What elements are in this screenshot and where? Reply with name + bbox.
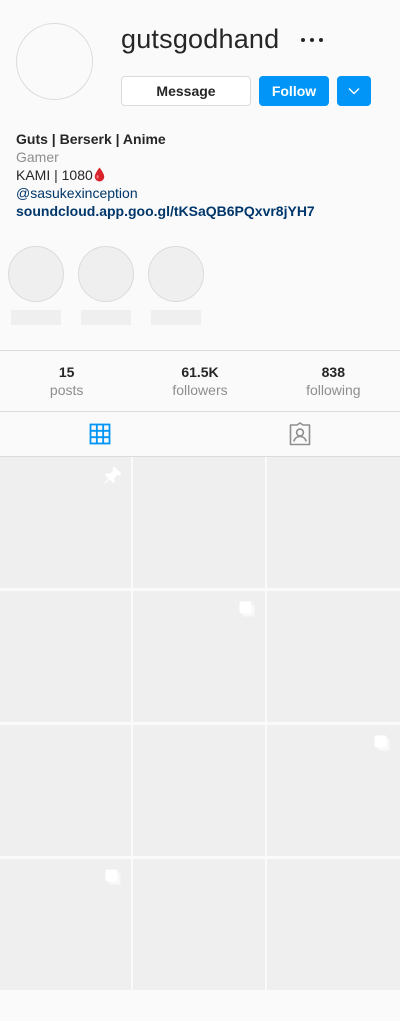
post-thumbnail[interactable]	[0, 859, 131, 990]
pin-icon	[103, 465, 123, 485]
highlight-cover	[8, 246, 64, 302]
post-thumbnail[interactable]	[267, 591, 400, 722]
post-thumbnail[interactable]	[0, 457, 131, 588]
post-thumbnail[interactable]	[267, 457, 400, 588]
post-thumbnail[interactable]	[133, 457, 265, 588]
highlight-label-placeholder	[81, 310, 131, 325]
bio: Guts | Berserk | Anime Gamer KAMI | 1080…	[16, 130, 315, 220]
carousel-icon	[237, 599, 257, 619]
following-count-value: 838	[321, 364, 345, 380]
highlight-item[interactable]	[8, 246, 64, 325]
post-thumbnail[interactable]	[267, 725, 400, 856]
profile-tabs	[0, 411, 400, 457]
post-thumbnail[interactable]	[267, 859, 400, 990]
tab-tagged[interactable]	[200, 412, 400, 456]
post-thumbnail[interactable]	[133, 859, 265, 990]
post-thumbnail[interactable]	[133, 591, 265, 722]
chevron-down-icon	[348, 88, 360, 95]
followers-count[interactable]: 61.5K followers	[133, 351, 266, 412]
profile-username: gutsgodhand	[121, 24, 280, 54]
post-thumbnail[interactable]	[0, 591, 131, 722]
posts-grid	[0, 457, 400, 990]
follow-button[interactable]: Follow	[259, 76, 329, 106]
highlight-item[interactable]	[148, 246, 204, 325]
more-options-icon[interactable]	[298, 30, 326, 50]
bio-website-link[interactable]: soundcloud.app.goo.gl/tKSaQB6PQxvr8jYH7	[16, 202, 315, 220]
followers-count-value: 61.5K	[181, 364, 219, 380]
highlight-cover	[148, 246, 204, 302]
profile-avatar[interactable]	[16, 23, 93, 100]
carousel-icon	[372, 733, 392, 753]
grid-icon	[89, 423, 111, 445]
posts-count: 15 posts	[0, 351, 133, 412]
message-button[interactable]: Message	[121, 76, 251, 106]
highlight-cover	[78, 246, 134, 302]
bottom-spacer	[0, 990, 400, 1021]
bio-line: KAMI | 1080	[16, 166, 315, 184]
bio-name: Guts | Berserk | Anime	[16, 131, 166, 147]
tagged-icon	[289, 422, 311, 446]
bio-category: Gamer	[16, 149, 59, 165]
followers-count-label: followers	[172, 382, 228, 398]
bio-line-text: KAMI | 1080	[16, 167, 93, 183]
following-count[interactable]: 838 following	[267, 351, 400, 412]
post-thumbnail[interactable]	[0, 725, 131, 856]
highlight-label-placeholder	[11, 310, 61, 325]
tab-posts-grid[interactable]	[0, 412, 200, 456]
posts-count-value: 15	[58, 364, 75, 380]
post-thumbnail[interactable]	[133, 725, 265, 856]
carousel-icon	[103, 867, 123, 887]
blood-drop-icon	[94, 167, 104, 182]
highlight-label-placeholder	[151, 310, 201, 325]
following-count-label: following	[306, 382, 361, 398]
posts-count-label: posts	[49, 382, 84, 398]
highlight-item[interactable]	[78, 246, 134, 325]
profile-stats: 15 posts 61.5K followers 838 following	[0, 350, 400, 412]
suggested-accounts-button[interactable]	[337, 76, 371, 106]
bio-mention-link[interactable]: @sasukexinception	[16, 184, 315, 202]
story-highlights	[8, 246, 204, 325]
